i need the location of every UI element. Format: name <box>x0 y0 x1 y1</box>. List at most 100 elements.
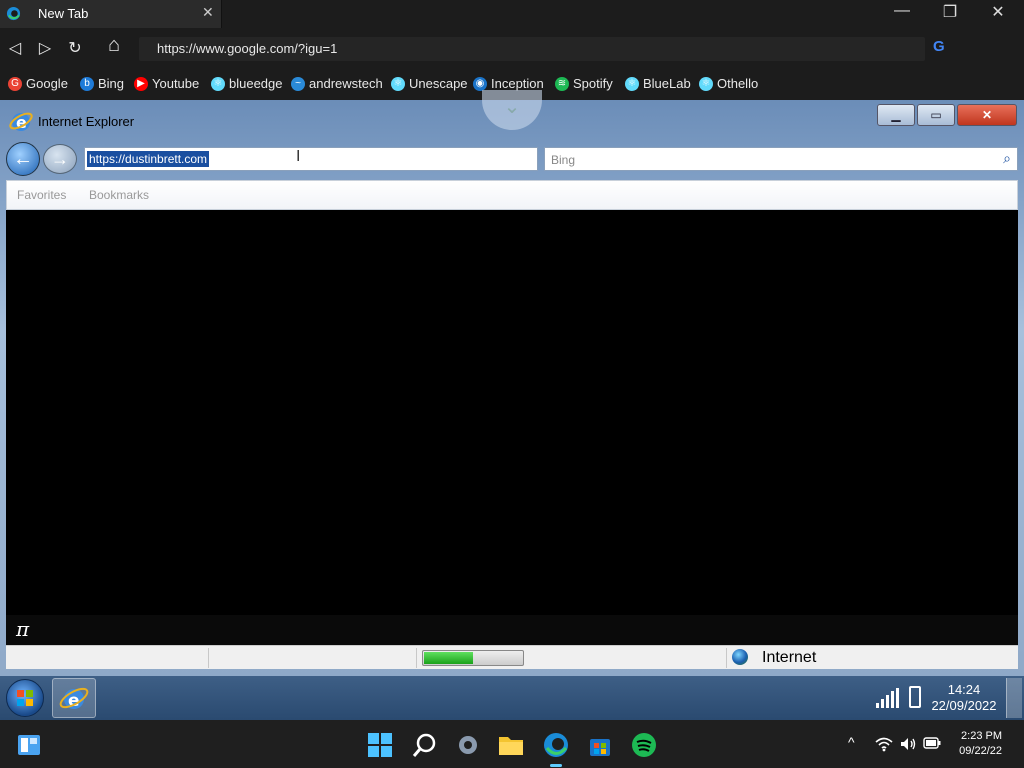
ie-maximize-button[interactable]: ▭ <box>917 104 955 126</box>
active-app-indicator <box>550 764 562 767</box>
tab-close-icon[interactable]: ✕ <box>202 4 214 21</box>
text-cursor-icon: Ι <box>296 148 301 165</box>
bookmarks-link[interactable]: Bookmarks <box>89 188 149 202</box>
minimize-button[interactable]: — <box>887 2 917 20</box>
bookmark-label: Spotify <box>573 76 613 91</box>
battery-icon[interactable] <box>923 737 941 749</box>
bookmark-label: BlueLab <box>643 76 691 91</box>
favorites-link[interactable]: Favorites <box>17 188 66 202</box>
globe-icon <box>732 649 748 665</box>
ie-search-input[interactable]: Bing ⌕ <box>544 147 1018 171</box>
address-text: https://www.google.com/?igu=1 <box>157 41 338 56</box>
ie-logo-icon: e <box>59 687 89 711</box>
bookmark-label: Google <box>26 76 68 91</box>
address-bar[interactable]: https://www.google.com/?igu=1 <box>139 37 925 61</box>
inception-icon: ◉ <box>473 76 487 91</box>
win7-taskbar: e 14:24 22/09/2022 <box>0 676 1024 720</box>
show-desktop-button[interactable] <box>1006 678 1022 718</box>
spotify-icon: ≋ <box>555 76 569 91</box>
status-divider <box>416 648 417 668</box>
win11-clock[interactable]: 2:23 PM 09/22/22 <box>952 729 1002 759</box>
ie-page-footer: π <box>6 615 1018 645</box>
win7-date: 22/09/2022 <box>931 698 997 713</box>
bookmark-inception[interactable]: ◉ Inception <box>473 76 544 91</box>
tray-overflow-icon[interactable]: ^ <box>848 734 855 750</box>
google-icon[interactable]: G <box>933 38 945 55</box>
store-icon[interactable] <box>587 732 613 758</box>
windows-logo-icon <box>17 690 33 706</box>
windows-start-icon[interactable] <box>367 732 393 758</box>
ie-minimize-button[interactable]: ▁ <box>877 104 915 126</box>
react-icon: ⚛ <box>699 76 713 91</box>
loading-progress-bar <box>422 650 524 666</box>
search-icon[interactable] <box>412 732 438 758</box>
bookmark-unescape[interactable]: ⚛ Unescape <box>391 76 468 91</box>
bing-icon: b <box>80 76 94 91</box>
edge-icon[interactable] <box>543 732 569 758</box>
ie-title: Internet Explorer <box>38 114 135 129</box>
file-explorer-icon[interactable] <box>498 732 524 758</box>
ie-logo-icon: e <box>9 112 33 132</box>
ie-status-bar: Internet <box>6 645 1018 669</box>
bookmark-google[interactable]: G Google <box>8 76 68 91</box>
settings-gear-icon[interactable] <box>455 732 481 758</box>
volume-icon[interactable] <box>899 736 917 752</box>
react-icon: ⚛ <box>391 76 405 91</box>
tab-title: New Tab <box>38 6 89 21</box>
win7-clock[interactable]: 14:24 22/09/2022 <box>928 682 1000 714</box>
react-icon: ⚛ <box>211 76 225 91</box>
win7-time: 14:24 <box>947 682 981 697</box>
bookmark-othello[interactable]: ⚛ Othello <box>699 76 758 91</box>
ie-back-button[interactable]: ← <box>6 142 40 176</box>
edge-icon <box>6 6 21 21</box>
signal-icon[interactable] <box>876 688 900 708</box>
bookmark-bing[interactable]: b Bing <box>80 76 124 91</box>
status-divider <box>726 648 727 668</box>
bookmark-bluelab[interactable]: ⚛ BlueLab <box>625 76 691 91</box>
security-zone-label: Internet <box>762 649 817 666</box>
back-icon[interactable]: ◁ <box>5 38 25 58</box>
bookmark-blueedge[interactable]: ⚛ blueedge <box>211 76 283 91</box>
bookmark-youtube[interactable]: ▶ Youtube <box>134 76 199 91</box>
browser-toolbar: ◁ ▷ ↻ ⌂ https://www.google.com/?igu=1 G <box>0 28 1024 68</box>
google-icon: G <box>8 76 22 91</box>
react-icon: ⚛ <box>625 76 639 91</box>
browser-tab[interactable]: New Tab ✕ <box>0 0 222 28</box>
ie-search-placeholder: Bing <box>551 153 576 167</box>
bookmark-spotify[interactable]: ≋ Spotify <box>555 76 613 91</box>
search-icon[interactable]: ⌕ <box>1003 150 1011 167</box>
ie-address-text: https://dustinbrett.com <box>87 151 210 167</box>
win11-taskbar: ^ 2:23 PM 09/22/22 <box>0 720 1024 768</box>
restore-button[interactable]: ❐ <box>935 2 965 22</box>
home-icon[interactable]: ⌂ <box>104 34 124 57</box>
ie-close-button[interactable]: ✕ <box>957 104 1017 126</box>
ie-window: e Internet Explorer ⌄ ▁ ▭ ✕ ← → https://… <box>0 90 1024 676</box>
bookmark-label: Unescape <box>409 76 468 91</box>
bookmark-label: Othello <box>717 76 759 91</box>
andrewstech-icon: ~ <box>291 76 305 91</box>
wifi-icon[interactable] <box>875 736 893 752</box>
pi-icon[interactable]: π <box>16 617 29 641</box>
bookmark-label: Inception <box>491 76 544 91</box>
ie-forward-button[interactable]: → <box>43 144 77 174</box>
bookmark-label: Bing <box>98 76 125 91</box>
spotify-icon[interactable] <box>631 732 657 758</box>
ie-page-content[interactable] <box>6 210 1018 615</box>
bookmark-label: blueedge <box>229 76 283 91</box>
taskbar-ie-button[interactable]: e <box>52 678 96 718</box>
win11-date: 09/22/22 <box>959 745 1002 757</box>
progress-fill <box>424 652 473 664</box>
bookmark-andrewstech[interactable]: ~ andrewstech <box>291 76 383 91</box>
widgets-icon[interactable] <box>16 732 42 758</box>
bookmark-label: Youtube <box>152 76 200 91</box>
battery-icon[interactable] <box>909 686 921 708</box>
close-button[interactable]: ✕ <box>983 2 1013 22</box>
ie-address-input[interactable]: https://dustinbrett.com Ι <box>84 147 538 171</box>
ie-favorites-bar: Favorites Bookmarks <box>6 180 1018 210</box>
forward-icon[interactable]: ▷ <box>35 38 55 58</box>
bookmark-label: andrewstech <box>309 76 383 91</box>
windows-start-button[interactable] <box>6 679 44 717</box>
reload-icon[interactable]: ↻ <box>65 38 85 58</box>
win11-time: 2:23 PM <box>961 730 1002 742</box>
chevron-down-icon[interactable]: ⌄ <box>482 90 542 130</box>
